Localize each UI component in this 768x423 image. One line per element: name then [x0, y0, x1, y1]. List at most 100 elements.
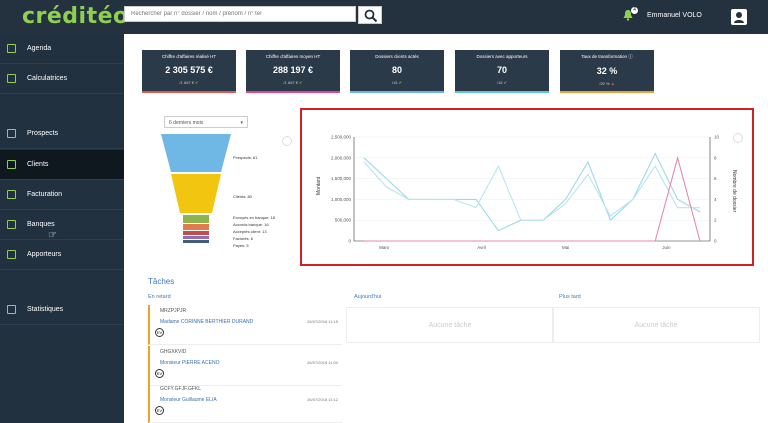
sidebar-item-apporteurs[interactable]: Apporteurs — [0, 240, 124, 270]
kpi-value: 80 — [391, 65, 402, 75]
kpi-sub: /1 667 € — [179, 80, 194, 85]
y2-tick-label: 6 — [714, 176, 717, 181]
task-client[interactable]: Madame CORINNE BERTHIER DURAND — [160, 319, 253, 325]
period-select[interactable]: 6 derniers mois ▾ — [164, 116, 248, 128]
task-card[interactable]: MRZPJPJR Madame CORINNE BERTHIER DURAND … — [148, 305, 342, 345]
user-icon — [734, 12, 744, 23]
y2-tick-label: 4 — [714, 197, 717, 202]
sidebar-item-clients[interactable]: Clients — [0, 150, 124, 180]
assignee-avatar: EV — [155, 369, 164, 378]
funnel-segment-clients[interactable] — [171, 174, 221, 213]
warning-icon: ▲ — [610, 81, 615, 86]
task-card[interactable]: GHGXKVID Monsieur PIERRE ACENO 26/07/201… — [148, 346, 342, 386]
line-chart-panel: 2,500,000 2,000,000 1,500,000 1,000,000 500,… — [300, 108, 754, 266]
search-input[interactable] — [124, 6, 356, 22]
chevron-down-icon: ▾ — [240, 120, 243, 126]
sidebar-item-label: Clients — [27, 161, 49, 168]
user-name[interactable]: Emmanuel VOLO — [647, 12, 702, 19]
y2-tick-label: 10 — [714, 135, 720, 140]
kpi-value: 32 % — [596, 66, 618, 76]
x-tick-label: Avril — [477, 245, 486, 250]
sidebar-item-statistiques[interactable]: Statistiques — [0, 295, 124, 325]
search-button[interactable] — [358, 6, 382, 24]
tasks-col-later: Plus tard — [559, 294, 581, 300]
user-avatar-icon[interactable] — [731, 9, 747, 25]
series-line — [363, 152, 701, 232]
task-client[interactable]: Monsieur PIERRE ACENO — [160, 360, 219, 366]
series-line — [363, 161, 700, 221]
x-tick-label: Juin — [662, 245, 671, 250]
x-tick-label: Mai — [562, 245, 569, 250]
sidebar-item-prospects[interactable]: Prospects — [0, 119, 124, 149]
mouse-pointer-icon: ☞ — [48, 230, 57, 241]
sidebar-item-label: Statistiques — [27, 306, 64, 313]
line-chart: 2,500,000 2,000,000 1,500,000 1,000,000 500,… — [316, 135, 737, 251]
tasks-col-today: Aujourd'hui — [354, 294, 382, 300]
check-icon: ✔ — [503, 80, 508, 85]
funnel-label: Clients: 80 — [233, 194, 252, 199]
kpi-sub: /1 667 € — [283, 80, 298, 85]
sidebar-item-agenda[interactable]: Agenda — [0, 34, 124, 64]
kpi-title: Dossiers clients actés — [375, 54, 419, 59]
y-tick-label: 1,500,000 — [331, 176, 352, 181]
sidebar: Agenda Calculatrices Prospects Clients F… — [0, 34, 124, 423]
task-client[interactable]: Monsieur Guillaume ELIA — [160, 397, 217, 403]
top-bar: créditéo 4 Emmanuel VOLO — [0, 0, 768, 34]
sidebar-item-label: Apporteurs — [27, 251, 62, 258]
funnel-segment-factures[interactable] — [183, 236, 209, 239]
sidebar-item-label: Banques — [27, 221, 55, 228]
kpi-card-ca-realise[interactable]: Chiffre d'affaires réalisé HT 2 305 575 … — [142, 50, 236, 93]
sidebar-item-label: Agenda — [27, 45, 52, 52]
funnel-segment-envoyes[interactable] — [183, 215, 209, 223]
task-date: 26/07/2018 11:00 — [307, 360, 338, 365]
funnel-segment-prospects[interactable] — [161, 134, 231, 172]
kpi-title: Chiffre d'affaires moyen HT — [265, 54, 321, 59]
chart-ylabel: Montant — [316, 176, 322, 195]
kpi-card-ca-moyen[interactable]: Chiffre d'affaires moyen HT 288 197 € /1… — [246, 50, 340, 93]
handshake-icon — [7, 250, 16, 259]
funnel-segment-acceptes[interactable] — [183, 231, 209, 235]
folder-icon — [7, 129, 16, 138]
funnel-segment-accords[interactable] — [183, 224, 209, 230]
bank-icon — [7, 220, 16, 229]
kpi-accent-bar — [246, 91, 340, 93]
y2-tick-label: 8 — [714, 155, 717, 160]
sidebar-item-banques[interactable]: Banques — [0, 210, 124, 240]
check-icon: ✔ — [398, 80, 403, 85]
kpi-card-dossiers-actes[interactable]: Dossiers clients actés 80 /15 ✔ — [350, 50, 444, 93]
funnel-label: Payés: 5 — [233, 243, 249, 248]
kpi-card-dossiers-apporteurs[interactable]: Dossiers avec apporteurs 70 /15 ✔ — [455, 50, 549, 93]
kpi-accent-bar — [350, 91, 444, 93]
funnel-panel: 6 derniers mois ▾ Prospects: 81 Clients: … — [156, 114, 294, 256]
task-card[interactable]: GCFY.GFJF.GFKL Monsieur Guillaume ELIA 2… — [148, 383, 342, 423]
kpi-sub: /20 % — [599, 81, 610, 86]
assignee-avatar: EV — [155, 328, 164, 337]
app-logo[interactable]: créditéo — [22, 4, 129, 29]
assignee-avatar: EV — [155, 406, 164, 415]
funnel-label: Accords banque: 16 — [233, 222, 269, 227]
check-icon: ✔ — [195, 80, 199, 85]
y-tick-label: 1,000,000 — [331, 197, 352, 202]
funnel-segment-payes[interactable] — [183, 240, 209, 243]
period-select-value: 6 derniers mois — [169, 120, 204, 126]
chevron-right-icon[interactable] — [733, 133, 743, 143]
sidebar-item-facturation[interactable]: Facturation — [0, 180, 124, 210]
invoice-icon — [7, 190, 16, 199]
kpi-card-taux-transformation[interactable]: Taux de transformation ⓘ 32 % /20 % ▲ — [560, 50, 654, 93]
funnel-label: Prospects: 81 — [233, 155, 258, 160]
task-ref: GCFY.GFJF.GFKL — [160, 386, 202, 392]
sidebar-item-calculatrices[interactable]: Calculatrices — [0, 64, 124, 94]
tasks-title: Tâches — [148, 277, 175, 286]
y2-tick-label: 2 — [714, 218, 717, 223]
task-date: 26/07/2018 11:15 — [307, 319, 338, 324]
chart-y2label: Nombre de dossier — [731, 170, 737, 213]
y-tick-label: 2,500,000 — [331, 135, 352, 140]
chevron-right-icon[interactable] — [282, 136, 292, 146]
sidebar-item-label: Prospects — [27, 130, 59, 137]
x-tick-label: Mars — [379, 245, 390, 250]
chart-icon — [7, 305, 16, 314]
calendar-icon — [7, 44, 16, 53]
task-ref: MRZPJPJR — [160, 308, 187, 314]
kpi-value: 2 305 575 € — [165, 65, 213, 75]
y-tick-label: 2,000,000 — [331, 155, 352, 160]
